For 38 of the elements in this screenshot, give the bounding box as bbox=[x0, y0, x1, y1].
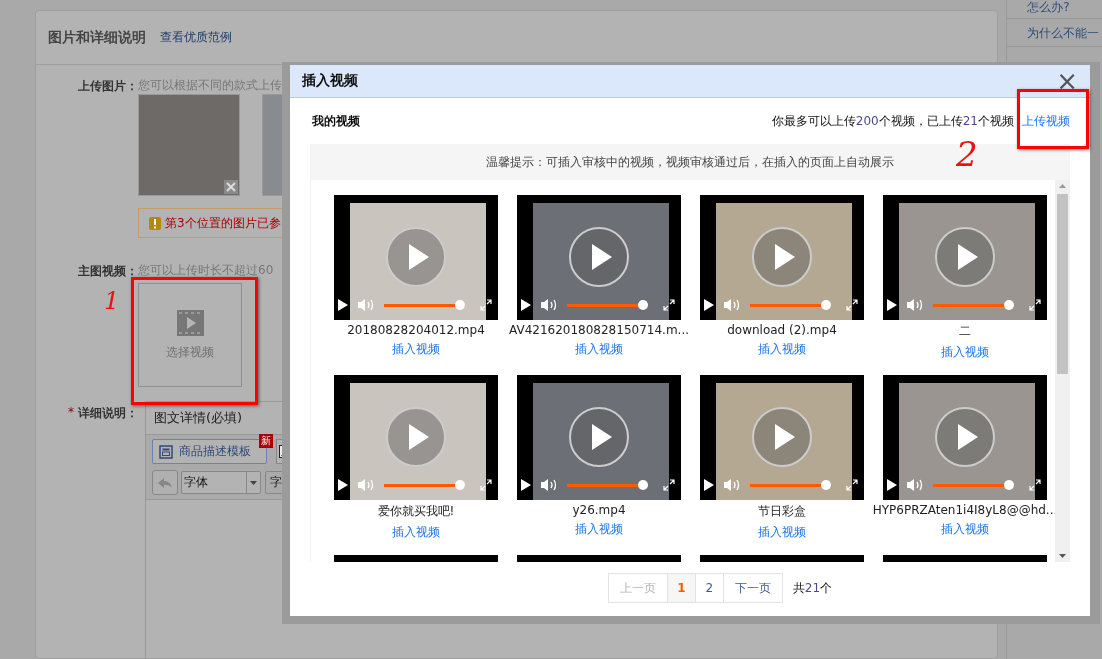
warning-text: 第3个位置的图片已参 bbox=[165, 214, 281, 232]
help-link[interactable]: 怎么办? bbox=[1027, 0, 1070, 16]
video-filename: 20180828204012.mp4 bbox=[347, 323, 485, 337]
annotation-number: 1 bbox=[104, 289, 120, 313]
page-button[interactable]: 1 bbox=[666, 574, 695, 602]
video-filename: y26.mp4 bbox=[572, 503, 626, 517]
editor-tab[interactable]: 图文详情(必填) bbox=[154, 409, 243, 427]
insert-video-link[interactable]: 插入视频 bbox=[575, 521, 623, 538]
video-filename: AV421620180828150714.m... bbox=[509, 323, 689, 337]
help-link[interactable]: 为什么不能一 bbox=[1027, 25, 1100, 42]
insert-video-link[interactable]: 插入视频 bbox=[392, 524, 440, 541]
insert-video-link[interactable]: 插入视频 bbox=[758, 524, 806, 541]
video-filename: 节日彩盒 bbox=[758, 503, 806, 520]
video-filename: HYP6PRZAten1i4I8yL8@@hd... bbox=[872, 503, 1058, 517]
insert-video-link[interactable]: 插入视频 bbox=[575, 341, 623, 358]
total-count: 共21个 bbox=[792, 579, 833, 597]
select-video-button[interactable]: 选择视频 bbox=[138, 283, 242, 387]
font-select[interactable]: 字体 bbox=[181, 471, 261, 494]
example-link[interactable]: 查看优质范例 bbox=[160, 29, 232, 46]
section-heading: 我的视频 bbox=[312, 112, 360, 130]
required-mark: * bbox=[68, 405, 74, 421]
dialog-title: 插入视频 bbox=[302, 72, 358, 90]
field-label: 详细说明： bbox=[78, 405, 138, 422]
insert-video-link[interactable]: 插入视频 bbox=[758, 341, 806, 358]
close-button[interactable]: × bbox=[1056, 68, 1078, 94]
video-filename: 爱你就买我吧! bbox=[377, 503, 455, 520]
section-title: 图片和详细说明 bbox=[48, 28, 146, 47]
insert-video-link[interactable]: 插入视频 bbox=[392, 341, 440, 358]
field-label: 主图视频： bbox=[78, 264, 138, 278]
field-label: 上传图片： bbox=[78, 79, 138, 93]
quota-text: 你最多可以上传200个视频，已上传21个视频 bbox=[771, 112, 1014, 130]
video-filename: 二 bbox=[959, 323, 971, 340]
annotation-number: 2 bbox=[956, 136, 978, 171]
new-badge: 新 bbox=[259, 434, 273, 448]
video-filename: download (2).mp4 bbox=[727, 323, 837, 337]
insert-video-link[interactable]: 插入视频 bbox=[941, 344, 989, 361]
upload-video-link[interactable]: 上传视频 bbox=[1022, 113, 1070, 128]
insert-video-link[interactable]: 插入视频 bbox=[941, 521, 989, 538]
